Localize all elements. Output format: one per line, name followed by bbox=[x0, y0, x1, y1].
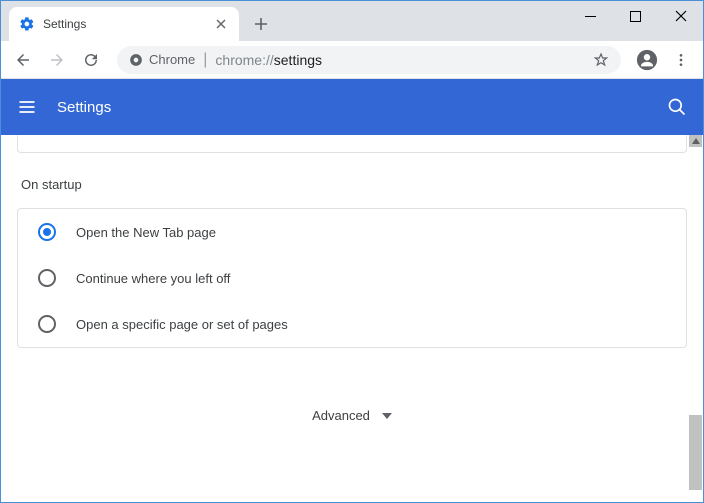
chevron-down-icon bbox=[382, 413, 392, 419]
settings-appbar: Settings bbox=[1, 79, 703, 135]
browser-toolbar: Chrome | chrome://settings bbox=[1, 41, 703, 79]
advanced-toggle[interactable]: Advanced bbox=[17, 348, 687, 443]
window-close-button[interactable] bbox=[658, 1, 703, 31]
scrollbar-up[interactable] bbox=[689, 135, 702, 147]
minimize-button[interactable] bbox=[568, 1, 613, 31]
startup-options-card: Open the New Tab page Continue where you… bbox=[17, 208, 687, 348]
window-controls bbox=[568, 1, 703, 31]
close-icon[interactable] bbox=[213, 16, 229, 32]
settings-content: On startup Open the New Tab page Continu… bbox=[1, 135, 703, 502]
radio-label: Open a specific page or set of pages bbox=[76, 317, 288, 332]
browser-tab[interactable]: Settings bbox=[9, 7, 239, 41]
profile-button[interactable] bbox=[633, 46, 661, 74]
gear-icon bbox=[19, 16, 35, 32]
page-title: Settings bbox=[57, 99, 111, 116]
tab-title: Settings bbox=[43, 17, 205, 31]
scrollbar-thumb[interactable] bbox=[689, 415, 702, 490]
section-heading: On startup bbox=[21, 177, 683, 192]
radio-icon bbox=[38, 269, 56, 287]
site-info[interactable]: Chrome bbox=[129, 52, 195, 67]
advanced-label: Advanced bbox=[312, 408, 370, 423]
radio-label: Open the New Tab page bbox=[76, 225, 216, 240]
maximize-button[interactable] bbox=[613, 1, 658, 31]
separator: | bbox=[203, 51, 207, 69]
hamburger-icon[interactable] bbox=[17, 97, 37, 117]
radio-icon bbox=[38, 315, 56, 333]
browser-titlebar: Settings bbox=[1, 1, 703, 41]
new-tab-button[interactable] bbox=[247, 10, 275, 38]
site-label: Chrome bbox=[149, 52, 195, 67]
radio-label: Continue where you left off bbox=[76, 271, 230, 286]
chrome-icon bbox=[129, 53, 143, 67]
radio-option-continue[interactable]: Continue where you left off bbox=[18, 255, 686, 301]
address-bar[interactable]: Chrome | chrome://settings bbox=[117, 46, 621, 74]
previous-section-card bbox=[17, 135, 687, 153]
url-text: chrome://settings bbox=[215, 52, 322, 68]
menu-button[interactable] bbox=[667, 46, 695, 74]
search-icon[interactable] bbox=[667, 97, 687, 117]
radio-option-new-tab[interactable]: Open the New Tab page bbox=[18, 209, 686, 255]
radio-option-specific-pages[interactable]: Open a specific page or set of pages bbox=[18, 301, 686, 347]
forward-button bbox=[43, 46, 71, 74]
reload-button[interactable] bbox=[77, 46, 105, 74]
back-button[interactable] bbox=[9, 46, 37, 74]
bookmark-star-icon[interactable] bbox=[593, 52, 609, 68]
radio-icon bbox=[38, 223, 56, 241]
